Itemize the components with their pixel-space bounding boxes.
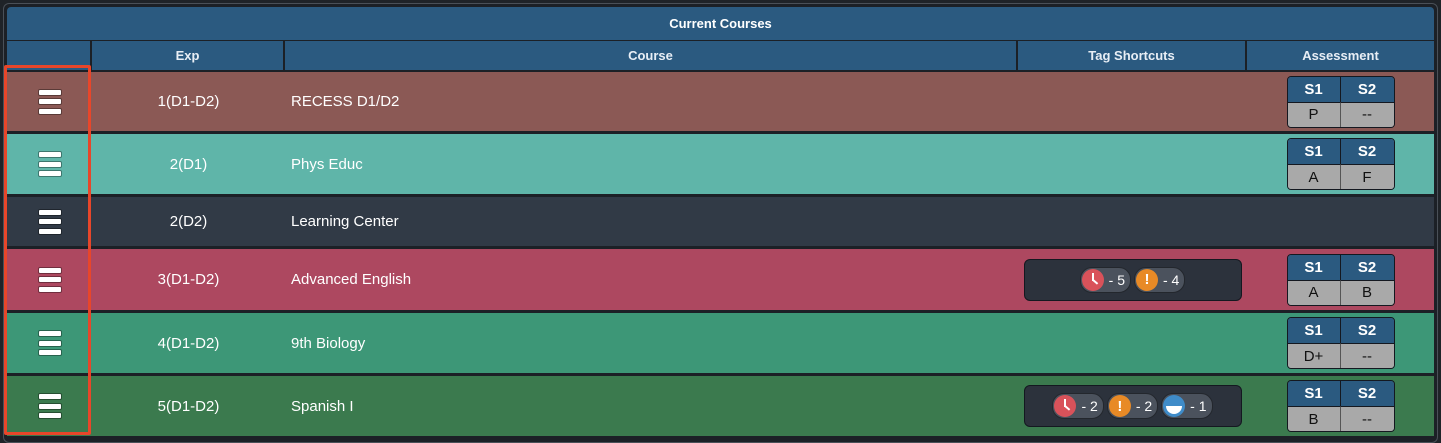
tag-count: - 5 <box>1108 271 1125 288</box>
exp-cell: 5(D1-D2) <box>157 397 220 415</box>
row-menu-cell <box>7 376 92 436</box>
row-menu-cell <box>7 249 92 310</box>
tag-shortcuts-cell <box>1018 313 1247 373</box>
assessment-cell: S1 S2 D+ -- <box>1247 313 1434 373</box>
semester-header: S2 <box>1340 76 1394 102</box>
tag-count: - 1 <box>1190 398 1207 414</box>
hamburger-menu-icon[interactable] <box>38 394 61 418</box>
course-rows: 1(D1-D2) RECESS D1/D2 S1 S2 P -- 2(D1) Phys Edu… <box>7 72 1434 439</box>
assessment-cell <box>1247 197 1434 246</box>
hamburger-menu-icon[interactable] <box>38 89 61 114</box>
tag-count: - 4 <box>1163 271 1180 288</box>
exp-cell: 2(D2) <box>169 213 208 230</box>
clock-icon <box>1054 395 1077 417</box>
table-row: 2(D2) Learning Center <box>7 197 1434 249</box>
course-name[interactable]: RECESS D1/D2 <box>285 72 1018 131</box>
semester-header: S2 <box>1340 254 1394 280</box>
row-menu-cell <box>7 134 92 194</box>
semester-grade: B <box>1340 279 1394 305</box>
semester-header: S2 <box>1340 139 1394 164</box>
course-name[interactable]: 9th Biology <box>285 313 1018 373</box>
alert-icon: ! <box>1108 395 1131 417</box>
alert-icon: ! <box>1136 268 1158 291</box>
assessment-cell: S1 S2 P -- <box>1247 72 1434 131</box>
tag-shortcuts-cell <box>1018 134 1247 194</box>
assessment-grid[interactable]: S1 S2 B -- <box>1286 380 1395 432</box>
exp-cell: 3(D1-D2) <box>157 271 220 288</box>
tag-shortcuts-box: - 2! - 2- 1 <box>1023 385 1242 427</box>
table-row: 4(D1-D2) 9th Biology S1 S2 D+ -- <box>7 313 1434 376</box>
exp-cell: 4(D1-D2) <box>157 334 220 352</box>
exp-cell: 1(D1-D2) <box>157 93 220 110</box>
tag-shortcuts-column-header: Tag Shortcuts <box>1018 41 1247 70</box>
semester-grade: F <box>1340 164 1394 189</box>
semester-header: S1 <box>1287 76 1341 102</box>
tag-shortcuts-box: - 5! - 4 <box>1023 258 1242 301</box>
assessment-column-header: Assessment <box>1247 41 1434 70</box>
semester-grade: P <box>1287 101 1341 127</box>
semester-grade: D+ <box>1287 343 1341 368</box>
tag-count: - 2 <box>1135 398 1153 414</box>
tag-shortcut-pill[interactable]: ! - 4 <box>1134 266 1186 293</box>
table-row: 3(D1-D2) Advanced English - 5! - 4 S1 S2 A B <box>7 249 1434 313</box>
assessment-cell: S1 S2 A F <box>1247 134 1434 194</box>
row-menu-cell <box>7 72 92 131</box>
clock-icon <box>1081 268 1104 291</box>
assessment-cell: S1 S2 B -- <box>1247 376 1434 436</box>
tag-shortcut-pill[interactable]: - 5 <box>1079 266 1131 293</box>
semester-header: S1 <box>1287 318 1341 343</box>
hamburger-menu-icon[interactable] <box>38 209 61 234</box>
semester-header: S2 <box>1340 318 1394 343</box>
semester-grade: -- <box>1340 101 1394 127</box>
tag-shortcut-pill[interactable]: - 2 <box>1052 393 1104 419</box>
half-circle-icon <box>1163 395 1186 417</box>
tag-shortcuts-cell <box>1018 72 1247 131</box>
current-courses-table: Current Courses Exp Course Tag Shortcuts… <box>3 3 1438 443</box>
exp-column-header: Exp <box>92 41 285 70</box>
table-row: 5(D1-D2) Spanish I- 2! - 2- 1 S1 S2 B -- <box>7 376 1434 439</box>
semester-header: S1 <box>1287 381 1341 406</box>
table-row: 2(D1) Phys Educ S1 S2 A F <box>7 134 1434 197</box>
course-name[interactable]: Spanish I <box>285 376 1018 436</box>
semester-header: S1 <box>1287 254 1341 280</box>
semester-header: S2 <box>1340 381 1394 406</box>
hamburger-menu-icon[interactable] <box>38 152 61 176</box>
menu-column-header <box>7 41 92 70</box>
column-header-row: Exp Course Tag Shortcuts Assessment <box>7 41 1434 70</box>
assessment-cell: S1 S2 A B <box>1247 249 1434 310</box>
semester-grade: -- <box>1340 343 1394 368</box>
assessment-grid[interactable]: S1 S2 A B <box>1286 253 1395 306</box>
semester-grade: -- <box>1340 406 1394 431</box>
assessment-grid[interactable]: S1 S2 A F <box>1286 138 1395 190</box>
semester-grade: A <box>1287 279 1341 305</box>
row-menu-cell <box>7 313 92 373</box>
assessment-grid[interactable]: S1 S2 P -- <box>1286 75 1395 128</box>
semester-grade: A <box>1287 164 1341 189</box>
semester-header: S1 <box>1287 139 1341 164</box>
tag-shortcuts-cell: - 2! - 2- 1 <box>1018 376 1247 436</box>
hamburger-menu-icon[interactable] <box>38 267 61 292</box>
row-menu-cell <box>7 197 92 246</box>
course-name[interactable]: Advanced English <box>285 249 1018 310</box>
assessment-grid[interactable]: S1 S2 D+ -- <box>1286 317 1395 369</box>
table-title: Current Courses <box>7 7 1434 40</box>
tag-shortcut-pill[interactable]: - 1 <box>1161 393 1213 419</box>
course-column-header: Course <box>285 41 1018 70</box>
course-name[interactable]: Learning Center <box>285 197 1018 246</box>
tag-shortcut-pill[interactable]: ! - 2 <box>1106 393 1159 419</box>
tag-count: - 2 <box>1081 398 1098 414</box>
semester-grade: B <box>1287 406 1341 431</box>
tag-shortcuts-cell: - 5! - 4 <box>1018 249 1247 310</box>
tag-shortcuts-cell <box>1018 197 1247 246</box>
hamburger-menu-icon[interactable] <box>38 331 61 355</box>
table-row: 1(D1-D2) RECESS D1/D2 S1 S2 P -- <box>7 72 1434 134</box>
course-name[interactable]: Phys Educ <box>285 134 1018 194</box>
exp-cell: 2(D1) <box>169 155 208 173</box>
